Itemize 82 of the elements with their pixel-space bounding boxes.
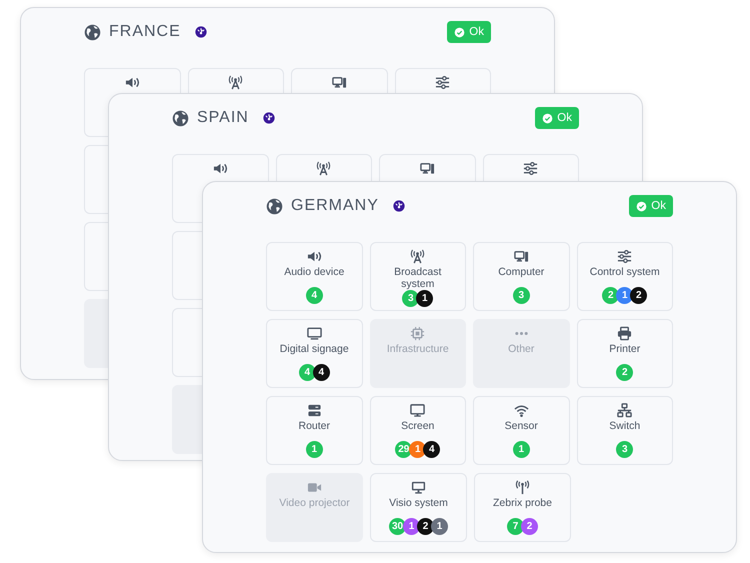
device-label: Visio system xyxy=(389,497,448,509)
count-badge: 3 xyxy=(512,287,530,304)
gauge-icon[interactable] xyxy=(392,200,405,212)
device-label: Zebrix probe xyxy=(493,497,552,509)
device-label: Digital signage xyxy=(280,343,349,355)
country-title: FRANCE xyxy=(109,23,181,41)
device-tile[interactable]: Broadcast system 3 1 xyxy=(370,242,466,311)
device-tile[interactable]: Printer 2 xyxy=(576,319,673,388)
antenna-tower-icon xyxy=(228,75,244,90)
device-label: Computer xyxy=(498,266,544,278)
wifi-icon xyxy=(514,403,529,418)
count-badge: 2 xyxy=(630,287,648,304)
device-tile[interactable]: Sensor 1 xyxy=(473,396,570,465)
network-icon xyxy=(617,403,632,418)
gauge-icon[interactable] xyxy=(262,112,275,124)
globe-icon xyxy=(172,110,189,126)
globe-icon xyxy=(84,24,101,40)
sliders-icon xyxy=(523,161,538,176)
antenna-icon xyxy=(515,480,530,495)
count-badge: 7 xyxy=(507,518,524,535)
count-badge: 30 xyxy=(389,518,406,535)
speaker-icon xyxy=(212,161,228,176)
count-badge: 2 xyxy=(602,287,620,304)
count-badge: 3 xyxy=(616,441,634,458)
device-label: Broadcast system xyxy=(393,266,442,290)
computer-icon xyxy=(514,249,529,264)
count-badge: 4 xyxy=(312,364,330,381)
printer-icon xyxy=(617,326,632,341)
count-badge: 1 xyxy=(409,441,426,458)
device-tile[interactable]: Computer 3 xyxy=(473,242,570,311)
count-badge: 2 xyxy=(616,364,634,381)
monitor-icon xyxy=(410,403,426,418)
speaker-icon xyxy=(124,75,140,90)
country-title: GERMANY xyxy=(291,197,379,215)
device-label: Router xyxy=(298,420,330,432)
device-label: Screen xyxy=(401,420,434,432)
chip-icon xyxy=(410,326,426,341)
sliders-icon xyxy=(617,249,632,264)
device-label: Infrastructure xyxy=(386,343,449,355)
count-badge: 3 xyxy=(402,290,420,307)
check-circle-icon xyxy=(636,200,648,212)
device-tile[interactable]: Screen 29 1 4 xyxy=(370,396,466,465)
speaker-icon xyxy=(306,249,322,264)
device-tile[interactable]: Router 1 xyxy=(266,396,362,465)
computer-icon xyxy=(420,161,435,176)
monitor-icon xyxy=(306,326,322,341)
device-label: Sensor xyxy=(504,420,538,432)
count-badge: 4 xyxy=(306,287,323,304)
globe-icon xyxy=(266,198,283,214)
country-title: SPAIN xyxy=(197,109,249,127)
device-tile[interactable]: Visio system 30 1 2 1 xyxy=(370,473,467,542)
device-label: Audio device xyxy=(284,266,344,278)
count-badge: 29 xyxy=(395,441,412,458)
device-tile[interactable]: Zebrix probe 7 2 xyxy=(474,473,571,542)
device-tile[interactable]: Control system 2 1 2 xyxy=(576,242,673,311)
count-badge: 4 xyxy=(298,364,316,381)
count-badge: 4 xyxy=(423,441,440,458)
antenna-tower-icon xyxy=(316,161,332,176)
device-label: Video projector xyxy=(279,497,350,509)
device-tile[interactable]: Digital signage 4 4 xyxy=(266,319,362,388)
count-badge: 2 xyxy=(521,518,538,535)
count-badge: 1 xyxy=(306,441,323,458)
device-label: Control system xyxy=(590,266,660,278)
count-badge: 1 xyxy=(431,518,448,535)
check-circle-icon xyxy=(454,26,466,38)
device-tile[interactable]: Audio device 4 xyxy=(266,242,362,311)
antenna-tower-icon xyxy=(410,249,426,264)
count-badge: 1 xyxy=(512,441,530,458)
gauge-icon[interactable] xyxy=(194,26,207,38)
server-icon xyxy=(306,403,322,418)
device-label: Other xyxy=(508,343,534,355)
device-label: Switch xyxy=(609,420,640,432)
computer-icon xyxy=(332,75,347,90)
count-badge: 1 xyxy=(616,287,634,304)
device-tile[interactable]: Switch 3 xyxy=(576,396,673,465)
sliders-icon xyxy=(435,75,450,90)
count-badge: 1 xyxy=(403,518,420,535)
count-badge: 1 xyxy=(416,290,434,307)
check-circle-icon xyxy=(542,112,554,124)
device-label: Printer xyxy=(609,343,640,355)
monitor-icon xyxy=(411,480,426,495)
count-badge: 2 xyxy=(417,518,434,535)
